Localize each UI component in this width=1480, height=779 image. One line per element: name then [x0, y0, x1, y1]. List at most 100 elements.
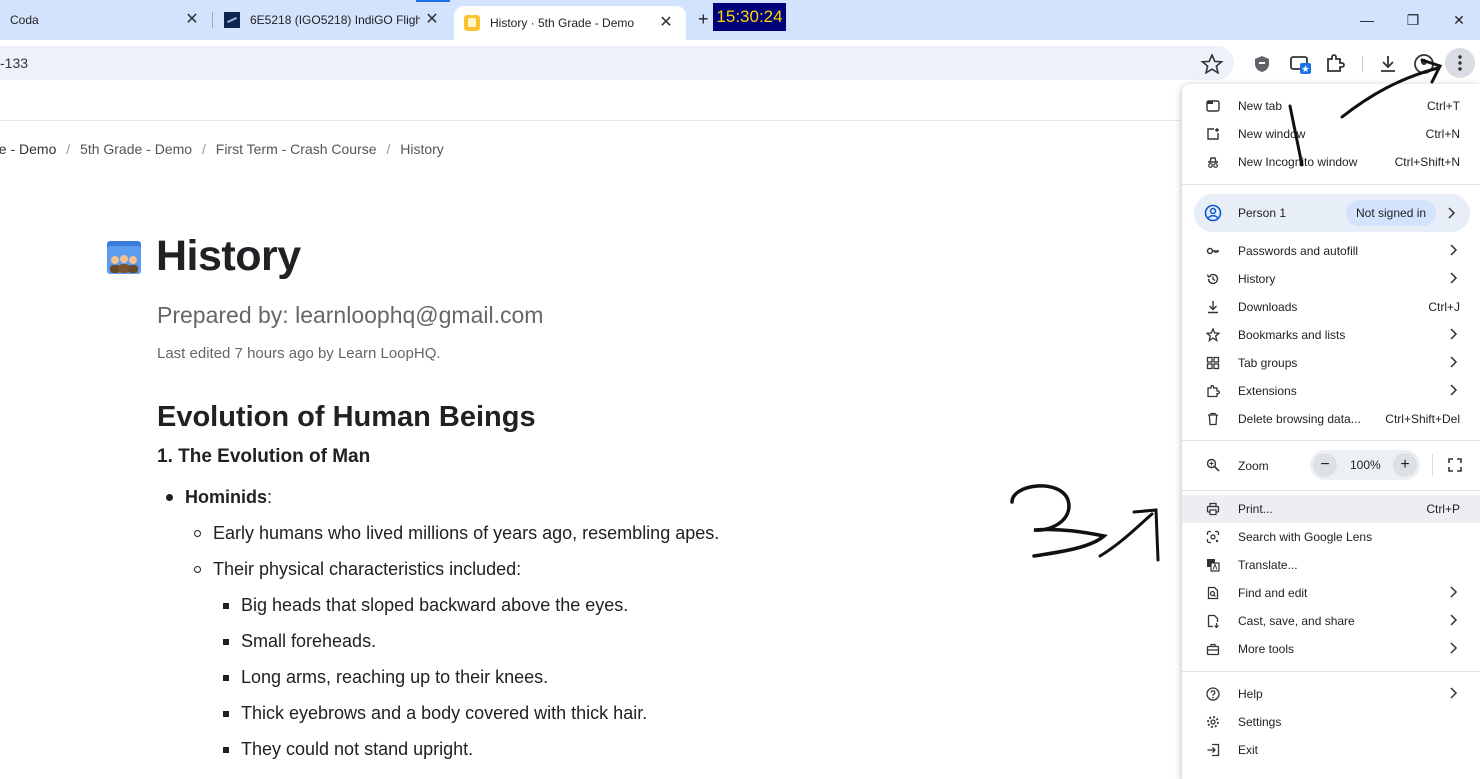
- tab-title: History · 5th Grade - Demo: [490, 16, 635, 30]
- breadcrumb-item[interactable]: de - Demo: [0, 141, 56, 157]
- indigo-favicon-icon: [224, 12, 240, 28]
- menu-item-label: Cast, save, and share: [1238, 614, 1355, 628]
- bookmark-star-icon[interactable]: [1200, 54, 1224, 74]
- puzzle-icon: [1207, 385, 1220, 398]
- menu-item-label: Print...: [1238, 502, 1273, 516]
- breadcrumb-item[interactable]: First Term - Crash Course: [216, 141, 377, 157]
- maximize-icon[interactable]: ❐: [1398, 8, 1428, 32]
- menu-item-label: Extensions: [1238, 384, 1297, 398]
- tab-indigo-flight[interactable]: 6E5218 (IGO5218) IndiGO Flight ✕: [214, 6, 452, 34]
- trash-icon: [1208, 412, 1218, 426]
- tab-groups-grid-icon: [1206, 356, 1220, 370]
- menu-divider: [1182, 671, 1480, 672]
- tab-group-indicator: [416, 0, 450, 2]
- menu-item-label: Downloads: [1238, 300, 1298, 314]
- new-tab-plus-icon[interactable]: +: [698, 9, 709, 30]
- menu-item-history[interactable]: History: [1182, 265, 1480, 293]
- bullet-square: [223, 603, 229, 609]
- extensions-puzzle-icon[interactable]: [1322, 52, 1346, 76]
- menu-shortcut: Ctrl+T: [1427, 99, 1460, 113]
- list-item-bold: Hominids: [185, 487, 268, 507]
- profile-avatar-icon[interactable]: [1412, 52, 1436, 76]
- bullet-square: [223, 747, 229, 753]
- close-tab-icon[interactable]: ✕: [656, 13, 676, 33]
- section-heading: Evolution of Human Beings: [157, 401, 536, 433]
- zoom-out-button[interactable]: −: [1313, 453, 1337, 477]
- chevron-right-icon: [1450, 614, 1458, 626]
- chevron-right-icon: [1450, 272, 1458, 284]
- menu-item-settings[interactable]: Settings: [1182, 708, 1480, 736]
- chevron-right-icon: [1450, 328, 1458, 340]
- bullet-circle: [194, 566, 201, 573]
- chevron-right-icon: [1448, 207, 1456, 219]
- chevron-right-icon: [1450, 356, 1458, 368]
- menu-item-cast-save-share[interactable]: Cast, save, and share: [1182, 607, 1480, 635]
- menu-divider: [1182, 440, 1480, 441]
- breadcrumb-separator: /: [386, 141, 391, 157]
- tab-title: 6E5218 (IGO5218) IndiGO Flight: [250, 13, 420, 27]
- menu-item-new-incognito[interactable]: New Incognito window Ctrl+Shift+N: [1182, 148, 1480, 176]
- chevron-right-icon: [1450, 687, 1458, 699]
- menu-item-profile[interactable]: Person 1 Not signed in: [1194, 194, 1470, 232]
- annotation-arrow-to-print: [1098, 508, 1160, 562]
- signin-status-badge: Not signed in: [1346, 200, 1437, 226]
- zoom-control: − 100% +: [1310, 450, 1420, 480]
- menu-item-label: More tools: [1238, 642, 1295, 656]
- menu-item-print[interactable]: Print... Ctrl+P: [1182, 495, 1480, 523]
- clock-overlay: 15:30:24: [713, 3, 786, 31]
- breadcrumb-item[interactable]: 5th Grade - Demo: [80, 141, 192, 157]
- chevron-right-icon: [1450, 384, 1458, 396]
- zoom-in-button[interactable]: +: [1393, 453, 1417, 477]
- downloads-icon[interactable]: [1376, 52, 1400, 76]
- menu-item-new-tab[interactable]: New tab Ctrl+T: [1182, 92, 1480, 120]
- shield-extension-icon[interactable]: [1250, 52, 1274, 76]
- menu-item-label: Tab groups: [1238, 356, 1298, 370]
- menu-item-find-and-edit[interactable]: Find and edit: [1182, 579, 1480, 607]
- menu-item-bookmarks[interactable]: Bookmarks and lists: [1182, 321, 1480, 349]
- fullscreen-icon[interactable]: [1440, 452, 1470, 478]
- zoom-magnifier-icon: [1206, 458, 1220, 472]
- page-title: History: [156, 232, 301, 280]
- chrome-menu-kebab-icon[interactable]: [1445, 48, 1475, 78]
- menu-item-extensions[interactable]: Extensions: [1182, 377, 1480, 405]
- menu-item-translate[interactable]: Translate...: [1182, 551, 1480, 579]
- tab-history-active[interactable]: History · 5th Grade - Demo ✕: [454, 6, 686, 40]
- list-item: Big heads that sloped backward above the…: [241, 595, 629, 615]
- menu-item-label: Help: [1238, 687, 1263, 701]
- menu-item-google-lens[interactable]: Search with Google Lens: [1182, 523, 1480, 551]
- menu-item-label: New tab: [1238, 99, 1283, 113]
- menu-item-new-window[interactable]: New window Ctrl+N: [1182, 120, 1480, 148]
- star-icon: [1206, 328, 1220, 342]
- menu-item-more-tools[interactable]: More tools: [1182, 635, 1480, 663]
- menu-item-delete-browsing-data[interactable]: Delete browsing data... Ctrl+Shift+Del: [1182, 405, 1480, 433]
- close-tab-icon[interactable]: ✕: [182, 10, 202, 30]
- menu-item-help[interactable]: Help: [1182, 680, 1480, 708]
- cast-tab-icon[interactable]: [1288, 52, 1312, 76]
- doc-header-divider: [0, 120, 1180, 121]
- menu-shortcut: Ctrl+Shift+Del: [1385, 412, 1460, 426]
- window-close-icon[interactable]: ✕: [1444, 8, 1474, 32]
- gear-icon: [1207, 716, 1219, 728]
- bullet-square: [223, 711, 229, 717]
- tab-coda[interactable]: Coda ✕: [0, 6, 212, 34]
- breadcrumb-item-current[interactable]: History: [400, 141, 444, 157]
- menu-item-tab-groups[interactable]: Tab groups: [1182, 349, 1480, 377]
- close-tab-icon[interactable]: ✕: [422, 10, 442, 30]
- menu-item-exit[interactable]: Exit: [1182, 736, 1480, 764]
- menu-item-downloads[interactable]: Downloads Ctrl+J: [1182, 293, 1480, 321]
- new-window-icon: [1207, 128, 1219, 140]
- menu-item-label: Settings: [1238, 715, 1282, 729]
- menu-shortcut: Ctrl+P: [1426, 502, 1460, 516]
- zoom-label: Zoom: [1238, 459, 1269, 473]
- chevron-right-icon: [1450, 244, 1458, 256]
- address-bar[interactable]: -133: [0, 46, 1234, 80]
- profile-name: Person 1: [1238, 206, 1287, 220]
- menu-shortcut: Ctrl+J: [1428, 300, 1460, 314]
- toolbox-icon: [1206, 643, 1220, 656]
- menu-item-passwords[interactable]: Passwords and autofill: [1182, 237, 1480, 265]
- bullet-square: [223, 675, 229, 681]
- minimize-icon[interactable]: —: [1352, 8, 1382, 32]
- bullet-circle: [194, 530, 201, 537]
- history-clock-icon: [1206, 273, 1219, 285]
- translate-icon: [1207, 559, 1220, 572]
